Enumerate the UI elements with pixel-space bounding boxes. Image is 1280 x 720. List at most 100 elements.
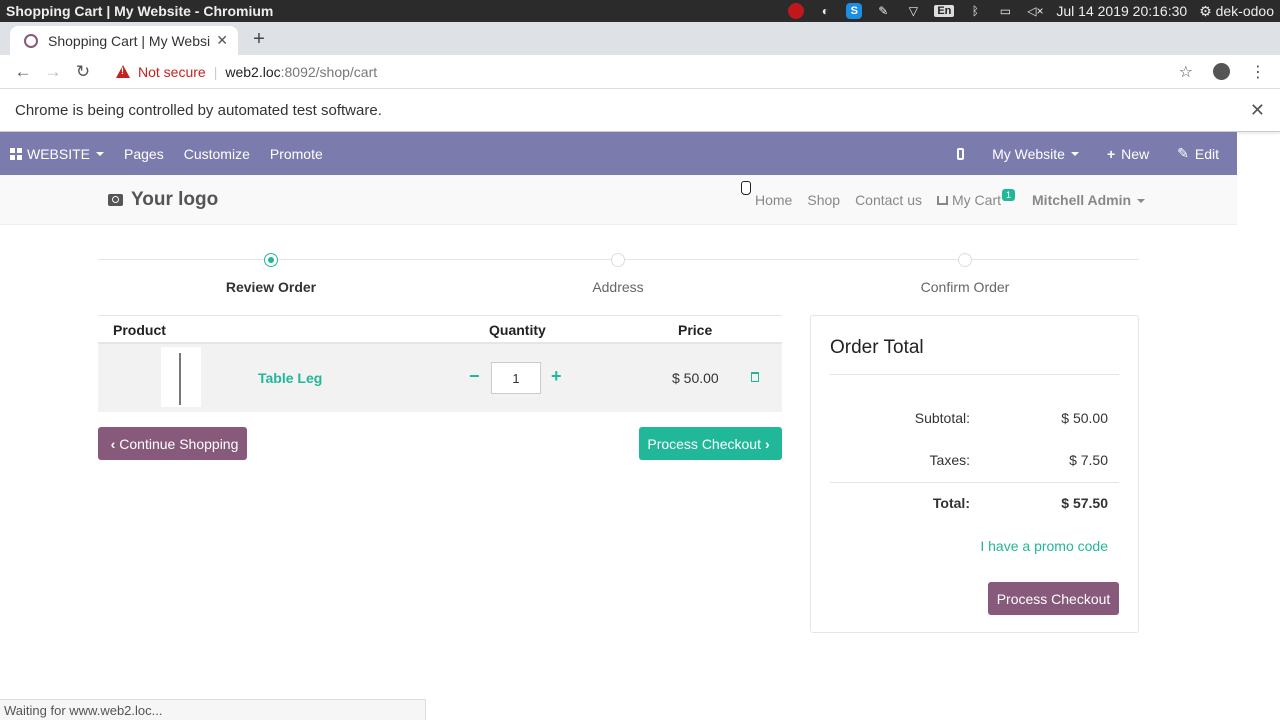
website-menu-button[interactable]: WEBSITE — [10, 145, 105, 162]
browser-status-bar: Waiting for www.web2.loc... — [0, 699, 426, 720]
wizard-step-address[interactable]: Address — [518, 250, 718, 295]
continue-shopping-button[interactable]: ‹ Continue Shopping — [98, 427, 247, 460]
address-bar[interactable]: Not secure | web2.loc:8092/shop/cart — [116, 64, 1179, 80]
system-tray: ◐ S ✎ ▽ En ᛒ ▭ ◁× Jul 14 2019 20:16:30 ⚙… — [788, 3, 1274, 20]
nav-shop[interactable]: Shop — [807, 192, 840, 208]
website-menu-label: WEBSITE — [27, 145, 91, 162]
cart-icon — [937, 196, 948, 205]
col-quantity: Quantity — [489, 322, 546, 338]
os-top-panel: Shopping Cart | My Website - Chromium ◐ … — [0, 0, 1280, 22]
record-icon[interactable] — [788, 3, 805, 19]
settings-icon: ⚙ — [1199, 2, 1212, 19]
process-checkout-button[interactable]: Process Checkout › — [639, 427, 782, 460]
chevron-left-icon: ‹ — [110, 435, 116, 452]
quantity-input[interactable]: 1 — [491, 362, 541, 394]
paperclip-icon[interactable]: ✎ — [874, 3, 892, 19]
close-infobar-icon[interactable]: ✕ — [1250, 100, 1265, 121]
checkout-progress-wizard: Review Order Address Confirm Order — [98, 250, 1139, 300]
decrease-quantity-icon[interactable]: − — [469, 366, 480, 387]
site-nav: Home Shop Contact us My Cart 1 Mitchell A… — [755, 189, 1146, 208]
camera-icon — [108, 194, 123, 206]
my-website-switcher[interactable]: My Website — [992, 146, 1079, 162]
product-name-link[interactable]: Table Leg — [258, 370, 322, 386]
cart-table-header: Product Quantity Price — [98, 315, 782, 344]
subtotal-value: $ 50.00 — [1061, 410, 1108, 426]
url-host: web2.loc — [225, 63, 281, 80]
total-value: $ 57.50 — [1061, 495, 1108, 511]
back-icon[interactable]: ← — [8, 62, 38, 82]
automation-infobar: Chrome is being controlled by automated … — [0, 89, 1280, 132]
nav-contact[interactable]: Contact us — [855, 192, 922, 208]
mobile-preview-icon[interactable] — [957, 147, 965, 160]
col-product: Product — [113, 322, 166, 338]
warning-icon — [116, 65, 130, 78]
os-username: dek-odoo — [1215, 2, 1274, 19]
customize-menu[interactable]: Customize — [184, 146, 250, 162]
divider — [830, 482, 1119, 483]
total-label: Total: — [932, 495, 970, 511]
edit-label: Edit — [1194, 145, 1219, 162]
continue-shopping-label: Continue Shopping — [119, 435, 239, 452]
toolbar-actions: ☆ ⋮ — [1179, 62, 1266, 82]
bookmark-star-icon[interactable]: ☆ — [1179, 62, 1193, 82]
browser-tab[interactable]: Shopping Cart | My Websi ✕ — [10, 26, 238, 55]
nav-home[interactable]: Home — [755, 192, 792, 208]
volume-icon[interactable]: ◁× — [1026, 3, 1044, 19]
window-title: Shopping Cart | My Website - Chromium — [6, 3, 274, 19]
wizard-step-review[interactable]: Review Order — [171, 250, 371, 295]
order-total-title: Order Total — [830, 337, 924, 358]
browser-toolbar: ← → ↻ Not secure | web2.loc:8092/shop/ca… — [0, 55, 1280, 89]
edit-button[interactable]: ✎ Edit — [1177, 145, 1219, 162]
table-row: Table Leg − 1 + $ 50.00 — [98, 344, 782, 412]
promote-menu[interactable]: Promote — [270, 146, 323, 162]
step-label: Address — [592, 279, 644, 295]
battery-icon[interactable]: ▭ — [996, 3, 1014, 19]
step-dot-icon — [264, 253, 278, 267]
trash-icon[interactable] — [751, 372, 759, 382]
increase-quantity-icon[interactable]: + — [551, 366, 562, 387]
plus-icon: + — [1106, 145, 1116, 162]
new-tab-icon[interactable]: + — [249, 28, 269, 51]
pages-menu[interactable]: Pages — [124, 146, 164, 162]
promo-code-link[interactable]: I have a promo code — [980, 538, 1108, 554]
nav-my-cart-label: My Cart — [952, 192, 1001, 208]
new-label: New — [1121, 145, 1150, 162]
product-price: $ 50.00 — [672, 370, 719, 386]
menu-kebab-icon[interactable]: ⋮ — [1250, 62, 1266, 82]
divider — [830, 374, 1119, 375]
process-checkout-button-secondary[interactable]: Process Checkout — [988, 582, 1119, 615]
omnibox-divider: | — [213, 63, 218, 80]
tab-title: Shopping Cart | My Websi — [48, 32, 211, 49]
bluetooth-icon[interactable]: ᛒ — [966, 3, 984, 19]
cart-count-badge: 1 — [1002, 189, 1016, 201]
step-dot-icon — [611, 253, 625, 267]
tab-strip: Shopping Cart | My Websi ✕ + — [0, 22, 1280, 55]
odoo-admin-bar: WEBSITE Pages Customize Promote My Websi… — [0, 132, 1237, 175]
skype-icon[interactable]: S — [846, 3, 863, 19]
website-header: Your logo Home Shop Contact us My Cart 1 … — [0, 175, 1237, 225]
clock[interactable]: Jul 14 2019 20:16:30 — [1056, 3, 1187, 19]
odoo-favicon-icon — [24, 33, 38, 48]
forward-icon[interactable]: → — [38, 62, 68, 82]
logo-text: Your logo — [131, 189, 219, 210]
sync-icon[interactable]: ◐ — [816, 3, 834, 19]
nav-my-cart[interactable]: My Cart 1 — [937, 189, 1016, 208]
step-label: Confirm Order — [920, 279, 1010, 295]
close-tab-icon[interactable]: ✕ — [216, 32, 228, 49]
account-icon[interactable] — [1213, 63, 1230, 80]
wizard-step-confirm[interactable]: Confirm Order — [865, 250, 1065, 295]
user-menu[interactable]: ⚙ dek-odoo — [1199, 3, 1274, 20]
not-secure-label[interactable]: Not secure — [138, 64, 206, 80]
wifi-icon[interactable]: ▽ — [904, 3, 922, 19]
mouse-cursor-icon — [741, 181, 751, 195]
subtotal-label: Subtotal: — [914, 410, 970, 426]
pencil-icon: ✎ — [1177, 145, 1189, 161]
user-account-menu[interactable]: Mitchell Admin — [1032, 192, 1146, 208]
product-image[interactable] — [161, 347, 201, 407]
keyboard-layout-indicator[interactable]: En — [934, 5, 955, 17]
step-dot-icon — [958, 253, 972, 267]
site-logo[interactable]: Your logo — [108, 189, 218, 211]
new-button[interactable]: + New — [1107, 146, 1149, 162]
reload-icon[interactable]: ↻ — [68, 62, 98, 82]
order-total-panel: Order Total Subtotal: $ 50.00 Taxes: $ 7… — [810, 315, 1139, 633]
